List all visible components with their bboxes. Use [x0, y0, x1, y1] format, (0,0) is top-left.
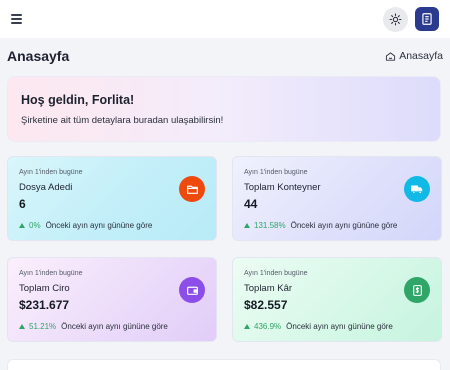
stat-card-containers: Ayın 1'inden bugüne Toplam Konteyner 44 …: [232, 156, 442, 241]
trend-percent: 0%: [29, 221, 41, 230]
sun-icon: [389, 13, 402, 26]
stat-card-files: Ayın 1'inden bugüne Dosya Adedi 6 0% Önc…: [7, 156, 217, 241]
card-trend: 131.58% Önceki ayın aynı gününe göre: [244, 221, 397, 230]
trend-up-icon: [244, 324, 250, 329]
folder-icon: [179, 176, 205, 202]
page-title: Anasayfa: [7, 48, 70, 64]
page-header: Anasayfa Anasayfa: [0, 38, 450, 72]
card-value: $82.557: [244, 298, 288, 312]
breadcrumb[interactable]: Anasayfa: [385, 50, 443, 62]
card-trend: 436.9% Önceki ayın aynı gününe göre: [244, 322, 393, 331]
trend-comparison: Önceki ayın aynı gününe göre: [61, 322, 168, 331]
trend-up-icon: [244, 223, 250, 228]
card-label: Toplam Ciro: [19, 283, 70, 294]
trend-percent: 436.9%: [254, 322, 282, 331]
welcome-message: Şirketine ait tüm detaylara buradan ulaş…: [21, 115, 224, 126]
trend-comparison: Önceki ayın aynı gününe göre: [290, 221, 398, 230]
stat-card-profit: Ayın 1'inden bugüne Toplam Kâr $82.557 4…: [232, 257, 442, 342]
wallet-icon: [179, 277, 205, 303]
card-label: Toplam Kâr: [244, 283, 293, 294]
stat-card-revenue: Ayın 1'inden bugüne Toplam Ciro $231.677…: [7, 257, 217, 342]
trend-percent: 131.58%: [254, 221, 286, 230]
card-period: Ayın 1'inden bugüne: [244, 169, 308, 176]
menu-icon[interactable]: [11, 12, 25, 26]
home-icon: [386, 51, 396, 61]
card-label: Toplam Konteyner: [244, 182, 321, 193]
truck-icon: [404, 176, 430, 202]
document-icon: [422, 13, 432, 25]
card-period: Ayın 1'inden bugüne: [19, 169, 83, 176]
card-trend: 0% Önceki ayın aynı gününe göre: [19, 221, 152, 230]
welcome-banner: Hoş geldin, Forlita! Şirketine ait tüm d…: [7, 76, 441, 142]
trend-up-icon: [19, 324, 25, 329]
card-value: 6: [19, 197, 26, 211]
trend-comparison: Önceki ayın aynı gününe göre: [286, 322, 393, 331]
trend-comparison: Önceki ayın aynı gününe göre: [45, 221, 153, 230]
breadcrumb-label: Anasayfa: [399, 50, 443, 62]
card-trend: 51.21% Önceki ayın aynı gününe göre: [19, 322, 168, 331]
welcome-title: Hoş geldin, Forlita!: [21, 93, 135, 107]
card-label: Dosya Adedi: [19, 182, 73, 193]
card-period: Ayın 1'inden bugüne: [244, 270, 308, 277]
top-bar: [0, 0, 450, 38]
card-period: Ayın 1'inden bugüne: [19, 270, 83, 277]
avatar[interactable]: [415, 7, 439, 31]
dollar-document-icon: [404, 277, 430, 303]
trend-percent: 51.21%: [29, 322, 57, 331]
content-panel: [7, 359, 441, 370]
card-value: $231.677: [19, 298, 70, 312]
theme-toggle-button[interactable]: [383, 7, 408, 32]
card-value: 44: [244, 197, 258, 211]
trend-up-icon: [19, 223, 25, 228]
